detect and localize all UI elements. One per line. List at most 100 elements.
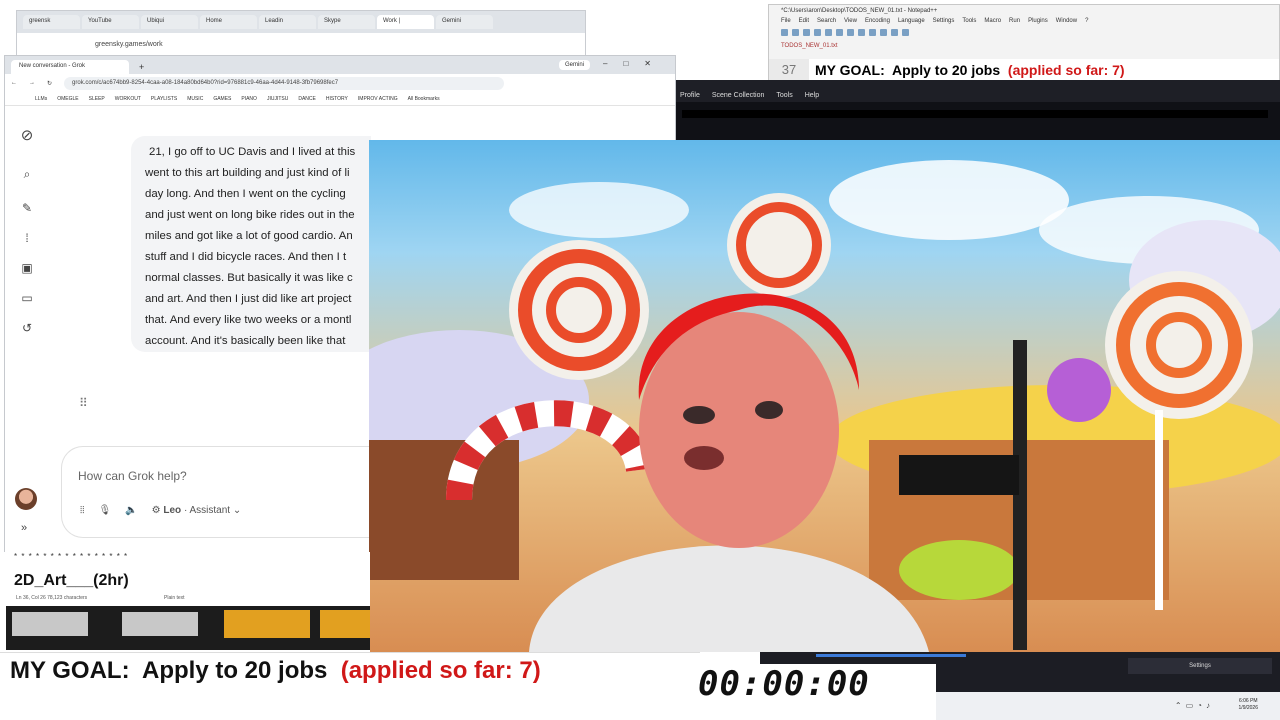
- menu-help[interactable]: ?: [1085, 18, 1088, 26]
- speaker-icon[interactable]: 🔈: [125, 505, 137, 516]
- grok-tab[interactable]: New conversation - Grok: [11, 60, 129, 74]
- voice-selector[interactable]: ⚙ Leo · Assistant ⌄: [152, 505, 242, 516]
- bookmark[interactable]: DANCE: [298, 96, 316, 102]
- toolbar-icon[interactable]: [869, 29, 876, 36]
- toolbar-icon[interactable]: [858, 29, 865, 36]
- settings-button[interactable]: Settings: [1128, 658, 1272, 674]
- drag-handle-icon[interactable]: ⠿: [79, 396, 88, 410]
- voice-name: Leo: [163, 505, 182, 516]
- toolbar-icon[interactable]: [880, 29, 887, 36]
- expand-icon[interactable]: »: [21, 522, 27, 534]
- clock-date: 1/9/2026: [1238, 705, 1258, 711]
- menu-tools[interactable]: Tools: [962, 18, 976, 26]
- thumbnail[interactable]: [320, 610, 370, 638]
- forward-arrow-icon[interactable]: →: [29, 80, 35, 86]
- bookmark[interactable]: SLEEP: [89, 96, 105, 102]
- grok-url[interactable]: grok.com/c/ac674bb9-8254-4caa-a08-184a80…: [64, 76, 505, 90]
- toolbar-icon[interactable]: [891, 29, 898, 36]
- cloud: [829, 160, 1069, 240]
- menu-file[interactable]: File: [781, 18, 791, 26]
- chat-input[interactable]: How can Grok help?: [78, 469, 187, 483]
- notepad-file-tab[interactable]: TODOS_NEW_01.txt: [769, 41, 1279, 51]
- thumbnail[interactable]: [12, 612, 88, 636]
- menu-run[interactable]: Run: [1009, 18, 1020, 26]
- voice-mode-icon[interactable]: ⦙⦙: [80, 505, 84, 516]
- clock[interactable]: 6:06 PM 1/9/2026: [1239, 698, 1258, 712]
- back-tab-5[interactable]: Leadin: [259, 15, 316, 29]
- edit-icon[interactable]: ✎: [19, 200, 35, 216]
- obs-preview: [676, 102, 1280, 140]
- bookmark[interactable]: PIANO: [241, 96, 257, 102]
- message-line: and just went on long bike rides out in …: [145, 209, 355, 221]
- back-address-bar[interactable]: greensky.games/work: [17, 33, 585, 56]
- back-tab-3[interactable]: Ubiqui: [141, 15, 198, 29]
- obs-menu-help[interactable]: Help: [805, 92, 819, 99]
- toolbar-icon[interactable]: [792, 29, 799, 36]
- bookmark[interactable]: LLMs: [35, 96, 47, 102]
- clock-time: 6:06 PM: [1238, 698, 1258, 704]
- menu-plugins[interactable]: Plugins: [1028, 18, 1048, 26]
- stream-timer: 00:00:00: [698, 664, 936, 704]
- folder-icon[interactable]: ▭: [19, 290, 35, 306]
- grok-logo-icon[interactable]: ⊘: [19, 128, 35, 144]
- obs-menu-scene-collection[interactable]: Scene Collection: [712, 92, 765, 99]
- back-tab-6[interactable]: Skype: [318, 15, 375, 29]
- goal-line-text: MY GOAL: Apply to 20 jobs: [815, 62, 1008, 78]
- reload-icon[interactable]: ↻: [47, 80, 52, 87]
- menu-language[interactable]: Language: [898, 18, 925, 26]
- bookmark[interactable]: All Bookmarks: [408, 96, 440, 102]
- menu-macro[interactable]: Macro: [984, 18, 1001, 26]
- toolbar-icon[interactable]: [803, 29, 810, 36]
- window-controls[interactable]: –□✕: [603, 59, 667, 68]
- bookmark[interactable]: PLAYLISTS: [151, 96, 177, 102]
- menu-edit[interactable]: Edit: [799, 18, 809, 26]
- bookmark[interactable]: GAMES: [213, 96, 231, 102]
- notepad-title: *C:\Users\aron\Desktop\TODOS_NEW_01.txt …: [781, 8, 938, 14]
- search-icon[interactable]: ⌕: [19, 166, 35, 182]
- bookmark[interactable]: JIUJITSU: [267, 96, 288, 102]
- back-tab-1[interactable]: greensk: [23, 15, 80, 29]
- menu-view[interactable]: View: [844, 18, 857, 26]
- bookmark[interactable]: IMPROV ACTING: [358, 96, 398, 102]
- back-tab-7[interactable]: Work |: [377, 15, 434, 29]
- gemini-tab[interactable]: Gemini: [559, 60, 591, 70]
- thumbnail[interactable]: [224, 610, 310, 638]
- back-arrow-icon[interactable]: ←: [11, 80, 17, 86]
- menu-window[interactable]: Window: [1056, 18, 1077, 26]
- toolbar-icon[interactable]: [847, 29, 854, 36]
- bookmark[interactable]: WORKOUT: [115, 96, 141, 102]
- toolbar-icon[interactable]: [825, 29, 832, 36]
- tray-icons[interactable]: ⌃▭◔♪: [1175, 701, 1214, 710]
- obs-menu-profile[interactable]: Profile: [680, 92, 700, 99]
- seek-bar[interactable]: [816, 654, 966, 657]
- imagine-icon[interactable]: ▣: [19, 260, 35, 276]
- back-browser-tabs: greensk YouTube Ubiqui Home Leadin Skype…: [17, 11, 585, 33]
- obs-menu-tools[interactable]: Tools: [776, 92, 792, 99]
- back-tab-8[interactable]: Gemini: [436, 15, 493, 29]
- toolbar-icon[interactable]: [902, 29, 909, 36]
- bookmark[interactable]: HISTORY: [326, 96, 348, 102]
- avatar[interactable]: [15, 488, 37, 510]
- bookmark[interactable]: MUSIC: [187, 96, 203, 102]
- menu-encoding[interactable]: Encoding: [865, 18, 890, 26]
- back-tab-4[interactable]: Home: [200, 15, 257, 29]
- menu-search[interactable]: Search: [817, 18, 836, 26]
- notepad-goal-line[interactable]: 37 MY GOAL: Apply to 20 jobs (applied so…: [769, 59, 1279, 81]
- history-icon[interactable]: ↺: [19, 320, 35, 336]
- lollipop-stick: [1155, 410, 1163, 610]
- voice-icon[interactable]: ⁞: [19, 230, 35, 246]
- chat-input-box[interactable]: How can Grok help? ⦙⦙ 🎙 🔈 ⚙ Leo · Assist…: [61, 446, 373, 538]
- toolbar-icon[interactable]: [836, 29, 843, 36]
- toolbar-icon[interactable]: [814, 29, 821, 36]
- thumbnail[interactable]: [122, 612, 198, 636]
- taskbar: ⌃▭◔♪ 6:06 PM 1/9/2026: [936, 692, 1280, 720]
- cloud: [509, 182, 689, 238]
- menu-settings[interactable]: Settings: [933, 18, 955, 26]
- mic-icon[interactable]: 🎙: [98, 505, 111, 516]
- bookmark[interactable]: OMEGLE: [57, 96, 78, 102]
- grok-addressbar: ← → ↻ grok.com/c/ac674bb9-8254-4caa-a08-…: [5, 74, 675, 92]
- back-tab-2[interactable]: YouTube: [82, 15, 139, 29]
- new-tab-icon[interactable]: +: [139, 62, 144, 72]
- notepad-menu: File Edit Search View Encoding Language …: [769, 17, 1279, 27]
- toolbar-icon[interactable]: [781, 29, 788, 36]
